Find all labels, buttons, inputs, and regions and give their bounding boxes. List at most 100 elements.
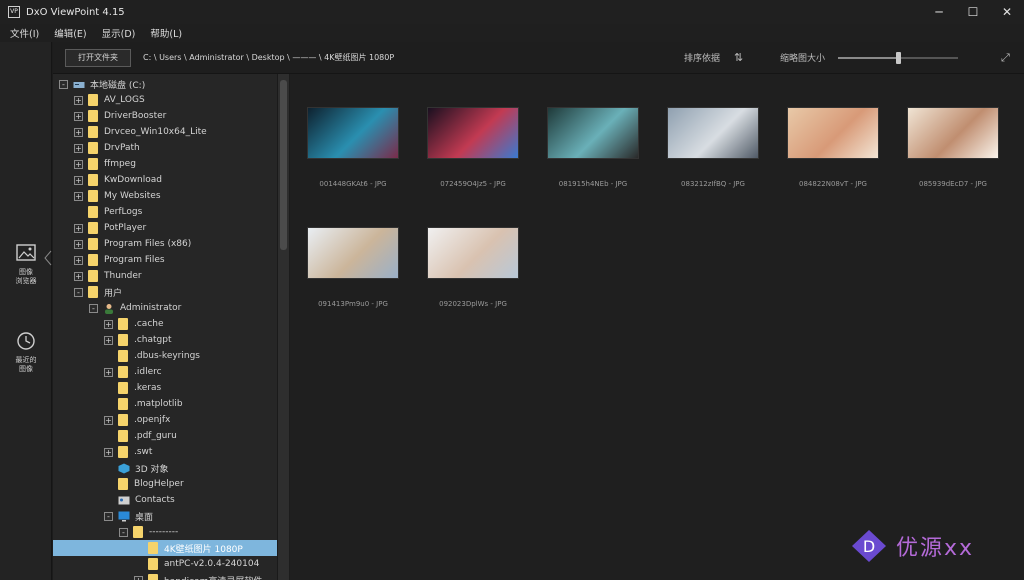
rail-recent-images-label: 最近的 图像: [15, 356, 37, 373]
tree-row[interactable]: Contacts: [53, 492, 277, 508]
collapse-icon[interactable]: -: [89, 303, 98, 313]
thumbnail-image[interactable]: [428, 108, 518, 158]
expand-icon[interactable]: +: [134, 575, 143, 580]
thumbnail-tile[interactable]: 092023DplWs - JPG: [418, 194, 528, 308]
tree-row[interactable]: .pdf_guru: [53, 428, 277, 444]
rail-image-browser-label: 图像 浏览器: [15, 268, 37, 285]
fullscreen-icon[interactable]: ⤢: [1001, 51, 1010, 65]
folder-icon: [88, 126, 98, 138]
thumbnail-caption: 072459O4Jz5 - JPG: [440, 180, 506, 188]
tree-row[interactable]: + KwDownload: [53, 172, 277, 188]
tree-row[interactable]: + .cache: [53, 316, 277, 332]
thumbnail-grid: 001448GKAt6 - JPG 072459O4Jz5 - JPG 081915…: [290, 74, 1024, 580]
tree-row[interactable]: - 用户: [53, 284, 277, 300]
folder-icon: [88, 174, 98, 186]
tree-scrollbar[interactable]: [277, 74, 289, 580]
menu-file[interactable]: 文件(I): [10, 26, 39, 40]
folder-tree: - 本地磁盘 (C:) + AV_LOGS + DriverBooster + Drvceo_…: [53, 74, 277, 580]
thumbnail-image[interactable]: [788, 108, 878, 158]
tree-row[interactable]: 4K壁纸图片 1080P: [53, 540, 277, 556]
tree-row[interactable]: + .openjfx: [53, 412, 277, 428]
expand-icon[interactable]: +: [104, 415, 113, 425]
tree-item-label: .swt: [134, 447, 153, 457]
thumbnail-image[interactable]: [668, 108, 758, 158]
sort-by-label[interactable]: 排序依据: [684, 51, 720, 64]
menu-help[interactable]: 帮助(L): [150, 26, 182, 40]
thumbnail-image[interactable]: [308, 228, 398, 278]
tree-row[interactable]: .matplotlib: [53, 396, 277, 412]
rail-recent-images-button[interactable]: 最近的 图像: [0, 330, 52, 374]
tree-row[interactable]: + DrvPath: [53, 140, 277, 156]
thumbnail-image[interactable]: [548, 108, 638, 158]
tree-row[interactable]: + PotPlayer: [53, 220, 277, 236]
tree-scroll-thumb[interactable]: [280, 80, 287, 250]
thumbnail-tile[interactable]: 072459O4Jz5 - JPG: [418, 74, 528, 188]
tree-row[interactable]: + Drvceo_Win10x64_Lite: [53, 124, 277, 140]
expand-icon[interactable]: +: [74, 255, 83, 265]
expand-icon[interactable]: +: [104, 447, 113, 457]
minimize-button[interactable]: ─: [922, 0, 956, 24]
tree-row[interactable]: BlogHelper: [53, 476, 277, 492]
thumbnail-size-slider[interactable]: [838, 52, 958, 64]
thumbnail-image[interactable]: [908, 108, 998, 158]
tree-row[interactable]: - 本地磁盘 (C:): [53, 76, 277, 92]
folder-icon: [118, 350, 128, 362]
expand-icon[interactable]: +: [104, 319, 113, 329]
expand-icon[interactable]: +: [74, 223, 83, 233]
tree-row[interactable]: + bandicam高清录屏软件: [53, 572, 277, 580]
thumbnail-tile[interactable]: 084822N08vT - JPG: [778, 74, 888, 188]
tree-row[interactable]: antPC-v2.0.4-240104: [53, 556, 277, 572]
expand-icon[interactable]: +: [104, 367, 113, 377]
thumbnail-tile[interactable]: 085939dEcD7 - JPG: [898, 74, 1008, 188]
thumbnail-image[interactable]: [308, 108, 398, 158]
tree-row[interactable]: + .chatgpt: [53, 332, 277, 348]
folder-icon: [118, 446, 128, 458]
tree-row[interactable]: - Administrator: [53, 300, 277, 316]
close-button[interactable]: ✕: [990, 0, 1024, 24]
maximize-button[interactable]: ☐: [956, 0, 990, 24]
expand-icon[interactable]: +: [74, 159, 83, 169]
expand-icon[interactable]: +: [74, 271, 83, 281]
tree-row[interactable]: + My Websites: [53, 188, 277, 204]
collapse-icon[interactable]: -: [104, 511, 113, 521]
expand-icon[interactable]: +: [74, 239, 83, 249]
tree-row[interactable]: .dbus-keyrings: [53, 348, 277, 364]
expand-icon[interactable]: +: [74, 127, 83, 137]
menu-edit[interactable]: 编辑(E): [54, 26, 86, 40]
tree-row[interactable]: 3D 对象: [53, 460, 277, 476]
tree-row[interactable]: - 桌面: [53, 508, 277, 524]
expand-icon[interactable]: +: [74, 143, 83, 153]
expand-icon[interactable]: +: [74, 95, 83, 105]
thumbnail-tile[interactable]: 091413Pm9u0 - JPG: [298, 194, 408, 308]
folder-icon: [118, 478, 128, 490]
tree-row[interactable]: + .swt: [53, 444, 277, 460]
tree-row[interactable]: PerfLogs: [53, 204, 277, 220]
expand-icon[interactable]: +: [74, 175, 83, 185]
folder-icon: [88, 206, 98, 218]
expand-icon[interactable]: +: [74, 191, 83, 201]
slider-thumb[interactable]: [896, 52, 901, 64]
tree-row[interactable]: + ffmpeg: [53, 156, 277, 172]
thumbnail-image[interactable]: [428, 228, 518, 278]
collapse-icon[interactable]: -: [119, 527, 128, 537]
thumbnail-tile[interactable]: 081915h4NEb - JPG: [538, 74, 648, 188]
tree-row[interactable]: + Program Files: [53, 252, 277, 268]
tree-row[interactable]: + Thunder: [53, 268, 277, 284]
tree-row[interactable]: + DriverBooster: [53, 108, 277, 124]
thumbnail-tile[interactable]: 001448GKAt6 - JPG: [298, 74, 408, 188]
title-bar: VP DxO ViewPoint 4.15 ─ ☐ ✕: [0, 0, 1024, 24]
tree-row[interactable]: .keras: [53, 380, 277, 396]
tree-item-label: Drvceo_Win10x64_Lite: [104, 127, 207, 137]
open-folder-button[interactable]: 打开文件夹: [65, 48, 131, 67]
menu-view[interactable]: 显示(D): [102, 26, 136, 40]
thumbnail-tile[interactable]: 083212zIfBQ - JPG: [658, 74, 768, 188]
tree-row[interactable]: - ---------: [53, 524, 277, 540]
tree-row[interactable]: + AV_LOGS: [53, 92, 277, 108]
collapse-icon[interactable]: -: [74, 287, 83, 297]
expand-icon[interactable]: +: [104, 335, 113, 345]
collapse-icon[interactable]: -: [59, 79, 68, 89]
expand-icon[interactable]: +: [74, 111, 83, 121]
tree-row[interactable]: + Program Files (x86): [53, 236, 277, 252]
tree-row[interactable]: + .idlerc: [53, 364, 277, 380]
sort-icon[interactable]: ⇅: [734, 51, 743, 64]
